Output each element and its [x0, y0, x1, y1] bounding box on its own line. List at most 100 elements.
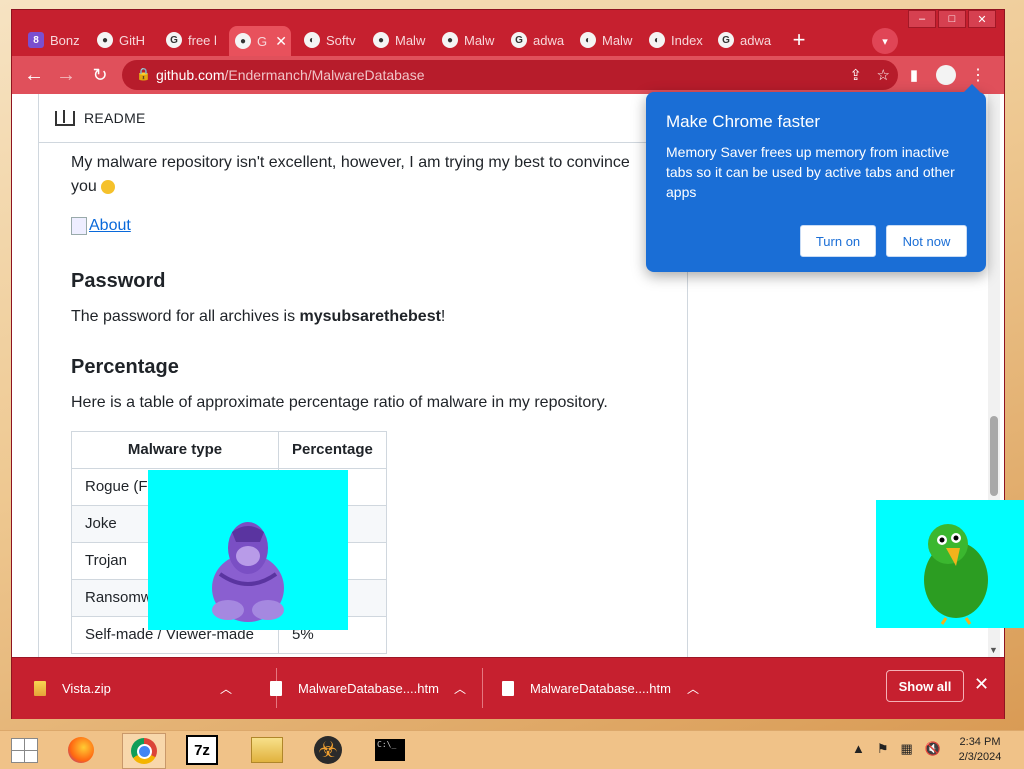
minimize-button[interactable]: –	[908, 10, 936, 28]
tab-title: Malw	[464, 32, 495, 48]
google-icon: G	[166, 32, 182, 48]
memory-saver-popup: Make Chrome faster Memory Saver frees up…	[646, 84, 986, 272]
readme-panel: README ⋮ My malware repository isn't exc…	[38, 94, 691, 657]
table-header-type: Malware type	[71, 431, 279, 469]
close-window-button[interactable]: ✕	[968, 10, 996, 28]
chrome-taskbar-icon[interactable]	[122, 733, 166, 769]
readme-label: README	[84, 110, 146, 126]
password-heading: Password	[71, 270, 166, 292]
bonzi-character[interactable]	[148, 470, 348, 630]
scrollbar-thumb[interactable]	[990, 416, 998, 496]
github-icon: ●	[442, 32, 458, 48]
globe-icon: ◐	[580, 32, 596, 48]
download-item[interactable]: MalwareDatabase....htm	[502, 672, 671, 704]
new-tab-button[interactable]: +	[785, 26, 813, 54]
tab-9[interactable]: ◐ Index	[643, 26, 705, 54]
url-text: github.com/Endermanch/MalwareDatabase	[156, 67, 425, 83]
system-clock[interactable]: 2:34 PM 2/3/2024	[950, 735, 1010, 765]
tab-title: adwa	[740, 32, 772, 48]
reload-button[interactable]: ↻	[88, 63, 112, 87]
profile-avatar-icon[interactable]	[934, 63, 958, 87]
tab-0[interactable]: 8 Bonz	[22, 26, 84, 54]
popup-title: Make Chrome faster	[666, 112, 820, 131]
turn-on-button[interactable]: Turn on	[800, 225, 876, 257]
green-parrot-icon	[924, 524, 988, 625]
tab-1[interactable]: ● GitH	[91, 26, 153, 54]
download-item[interactable]: MalwareDatabase....htm	[270, 672, 439, 704]
action-center-flag-icon[interactable]: ⚑	[877, 741, 889, 757]
popup-body: Memory Saver frees up memory from inacti…	[666, 144, 955, 200]
file-explorer-taskbar-icon[interactable]	[246, 733, 288, 767]
tab-title: Malw	[602, 32, 633, 48]
tab-title: Malw	[395, 32, 426, 48]
tab-10[interactable]: Gadwa	[712, 26, 774, 54]
show-all-button[interactable]: Show all	[886, 670, 964, 702]
download-chevron-icon[interactable]: ︿	[454, 680, 466, 697]
tab-8[interactable]: ◐ Malw	[574, 26, 636, 54]
globe-icon: ◐	[304, 32, 320, 48]
side-panel-icon[interactable]: ▮	[902, 63, 926, 87]
firefox-taskbar-icon[interactable]	[60, 733, 102, 767]
start-button[interactable]	[11, 738, 38, 763]
parrot-character[interactable]	[876, 500, 1024, 628]
tab-7[interactable]: Gadwa	[505, 26, 567, 54]
back-button[interactable]: ←	[22, 63, 46, 87]
document-file-icon	[502, 680, 514, 696]
address-bar[interactable]: 🔒 github.com/Endermanch/MalwareDatabase …	[122, 60, 898, 90]
book-icon	[55, 109, 75, 126]
tab-title: G	[257, 33, 268, 49]
close-tab-icon[interactable]: ✕	[275, 33, 287, 50]
github-icon: ●	[373, 32, 389, 48]
7zip-taskbar-icon[interactable]: 7z	[181, 733, 223, 767]
percentage-heading: Percentage	[71, 356, 179, 378]
tab-title: Softv	[326, 32, 356, 48]
lock-icon: 🔒	[136, 67, 151, 81]
percentage-text: Here is a table of approximate percentag…	[71, 394, 608, 411]
tab-title: GitH	[119, 32, 145, 48]
download-chevron-icon[interactable]: ︿	[687, 680, 699, 697]
google-icon: G	[511, 32, 527, 48]
about-link[interactable]: About	[71, 214, 131, 238]
bonzi-favicon: 8	[28, 32, 44, 48]
tab-5[interactable]: ● Malw	[367, 26, 429, 54]
tab-6[interactable]: ● Malw	[436, 26, 498, 54]
not-now-button[interactable]: Not now	[886, 225, 967, 257]
system-tray: ▲ ⚑ ▦ 🔇	[852, 741, 941, 757]
tab-title: Index	[671, 32, 703, 48]
tab-2[interactable]: Gfree l	[160, 26, 222, 54]
tab-4[interactable]: ◐ Softv	[298, 26, 360, 54]
purple-gorilla-icon	[212, 522, 284, 622]
download-chevron-icon[interactable]: ︿	[220, 680, 232, 697]
github-icon: ●	[235, 33, 251, 49]
close-downloads-icon[interactable]: ✕	[974, 674, 989, 695]
password-text: The password for all archives is mysubsa…	[71, 308, 446, 325]
tab-search-button[interactable]: ▾	[872, 28, 898, 54]
table-header-percentage: Percentage	[278, 431, 387, 469]
command-prompt-taskbar-icon[interactable]: C:\_	[369, 733, 411, 767]
download-item[interactable]: Vista.zip	[34, 672, 111, 704]
scroll-down-arrow[interactable]: ▼	[989, 645, 998, 655]
show-hidden-icons-icon[interactable]: ▲	[852, 741, 865, 757]
bookmark-star-icon[interactable]: ☆	[877, 66, 890, 84]
downloads-bar: Vista.zip ︿ MalwareDatabase....htm ︿ Mal…	[12, 657, 1004, 719]
biohazard-taskbar-icon[interactable]: ☣	[307, 733, 349, 767]
broken-image-icon	[71, 217, 87, 235]
network-icon[interactable]: ▦	[901, 741, 913, 757]
tab-title: adwa	[533, 32, 565, 48]
grinning-emoji-icon	[101, 179, 116, 194]
forward-button[interactable]: →	[54, 63, 78, 87]
tab-list: 8 Bonz ● GitH Gfree l ● G ✕ ◐ Softv ● Malw ● Malw Gadw…	[22, 26, 813, 56]
document-file-icon	[270, 680, 282, 696]
volume-muted-icon[interactable]: 🔇	[925, 741, 941, 757]
tab-3[interactable]: ● G ✕	[229, 26, 291, 56]
github-icon: ●	[97, 32, 113, 48]
windows-taskbar: 7z ☣ C:\_ ▲ ⚑ ▦ 🔇 2:34 PM 2/3/2024	[0, 730, 1024, 769]
browser-toolbar: ← → ↻ 🔒 github.com/Endermanch/MalwareDat…	[12, 56, 1004, 94]
readme-content: My malware repository isn't excellent, h…	[39, 143, 687, 654]
window-controls: – □ ✕	[908, 10, 996, 28]
google-icon: G	[718, 32, 734, 48]
share-icon[interactable]: ⇪	[849, 66, 862, 84]
maximize-button[interactable]: □	[938, 10, 966, 28]
intro-text: My malware repository isn't excellent, h…	[71, 154, 630, 195]
password-value[interactable]: mysubsarethebest	[300, 308, 441, 325]
